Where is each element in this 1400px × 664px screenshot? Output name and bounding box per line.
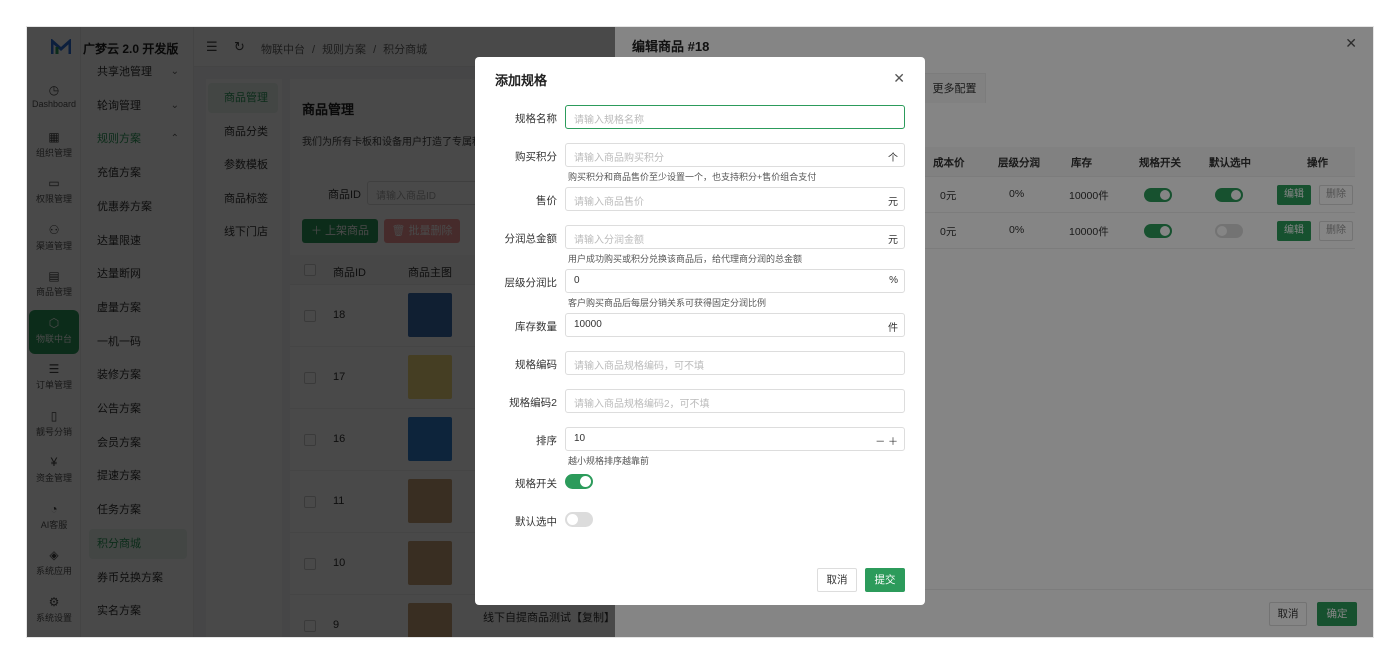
app-window: ◷ Dashboard ▦ 组织管理 ▭ 权限管理 ⚇ 渠道管理 ▤ 商品管理 ⬡ 物联中台 ☰ 订单管理… xyxy=(27,27,1373,637)
unit-suffix: % xyxy=(889,275,898,286)
default-label: 默认选中 xyxy=(515,516,557,528)
stepper-buttons[interactable]: － ＋ xyxy=(875,433,898,448)
spec-enabled-toggle[interactable] xyxy=(565,474,593,489)
dialog-title: 添加规格 xyxy=(495,73,548,88)
enabled-label: 规格开关 xyxy=(515,478,557,490)
unit-suffix: 个 xyxy=(888,153,898,164)
ratio-hint: 客户购买商品后每层分销关系可获得固定分润比例 xyxy=(568,298,767,308)
unit-suffix: 元 xyxy=(888,235,898,246)
points-input[interactable]: 请输入商品购买积分 个 xyxy=(565,143,905,167)
commission-label: 分润总金额 xyxy=(504,233,558,245)
spec-name-input[interactable]: 请输入规格名称 xyxy=(565,105,905,129)
spec-name-label: 规格名称 xyxy=(515,113,557,125)
points-label: 购买积分 xyxy=(515,151,557,163)
ratio-label: 层级分润比 xyxy=(504,277,558,289)
stock-label: 库存数量 xyxy=(515,321,557,333)
spec-code2-input[interactable]: 请输入商品规格编码2，可不填 xyxy=(565,389,905,413)
stock-input[interactable]: 10000 件 xyxy=(565,313,905,337)
submit-button[interactable]: 提交 xyxy=(865,568,905,592)
cancel-button[interactable]: 取消 xyxy=(817,568,857,592)
add-spec-dialog: 添加规格 ✕ 规格名称 请输入规格名称 购买积分 请输入商品购买积分 个 购买积分… xyxy=(475,57,925,605)
spec-code-label: 规格编码 xyxy=(515,359,557,371)
close-icon[interactable]: ✕ xyxy=(893,70,905,87)
points-hint: 购买积分和商品售价至少设置一个，也支持积分+售价组合支付 xyxy=(568,172,817,182)
default-selected-toggle[interactable] xyxy=(565,512,593,527)
commission-hint: 用户成功购买或积分兑换该商品后，给代理商分润的总金额 xyxy=(568,254,803,264)
price-input[interactable]: 请输入商品售价 元 xyxy=(565,187,905,211)
sort-hint: 越小规格排序越靠前 xyxy=(568,456,650,466)
points-placeholder: 请输入商品购买积分 xyxy=(574,153,664,164)
price-placeholder: 请输入商品售价 xyxy=(574,197,644,208)
price-label: 售价 xyxy=(536,195,557,207)
spec-code-input[interactable]: 请输入商品规格编码，可不填 xyxy=(565,351,905,375)
commission-placeholder: 请输入分润金额 xyxy=(574,235,644,246)
unit-suffix: 件 xyxy=(888,323,898,334)
stock-value: 10000 xyxy=(574,319,602,330)
ratio-input[interactable]: 0% xyxy=(565,269,905,293)
spec-code2-label: 规格编码2 xyxy=(509,397,557,409)
sort-value: 10 xyxy=(574,433,586,444)
commission-input[interactable]: 请输入分润金额 元 xyxy=(565,225,905,249)
sort-label: 排序 xyxy=(536,435,557,447)
unit-suffix: 元 xyxy=(888,197,898,208)
sort-stepper[interactable]: 10 － ＋ xyxy=(565,427,905,451)
ratio-value: 0 xyxy=(574,275,580,286)
